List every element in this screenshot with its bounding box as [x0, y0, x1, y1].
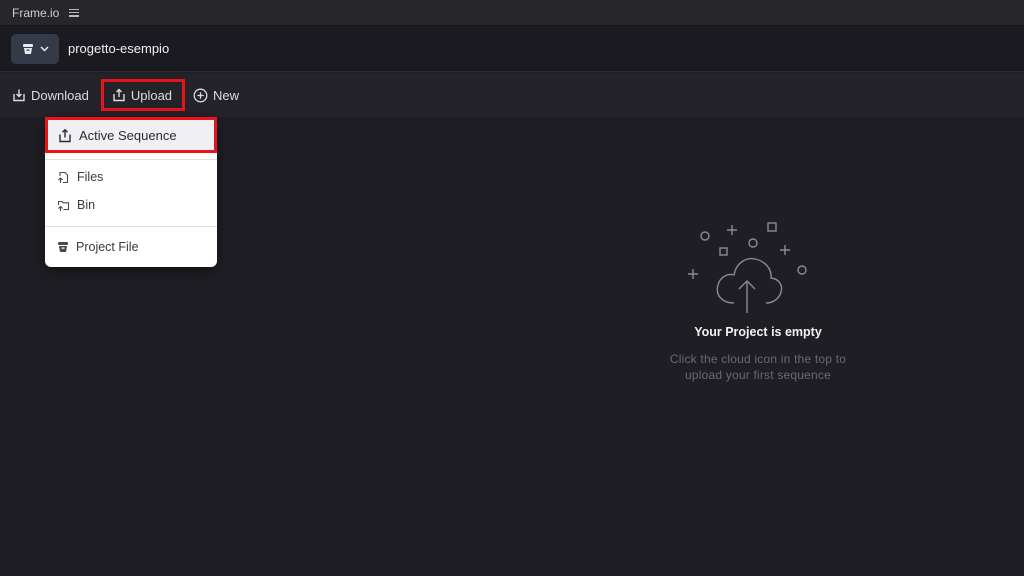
files-upload-icon — [58, 171, 69, 183]
empty-state-description: Click the cloud icon in the top to uploa… — [620, 351, 896, 383]
project-switcher-button[interactable] — [11, 33, 59, 64]
empty-state-line-1: Click the cloud icon in the top to — [669, 352, 847, 366]
toolbar: Download Upload New — [0, 73, 1024, 117]
upload-button[interactable]: Upload — [100, 79, 186, 111]
download-label: Download — [31, 87, 89, 103]
upload-dropdown-menu: Active Sequence Files Bin Project File — [45, 117, 217, 267]
title-bar: Frame.io — [0, 0, 1024, 26]
menu-item-bin[interactable]: Bin — [45, 193, 217, 217]
app-name: Frame.io — [12, 5, 60, 20]
cloud-upload-illustration-icon[interactable] — [688, 215, 828, 315]
empty-state-line-2: upload your first sequence — [685, 368, 831, 382]
project-header: progetto-esempio — [0, 26, 1024, 72]
upload-label: Upload — [130, 87, 173, 103]
empty-state-title: Your Project is empty — [694, 325, 822, 339]
project-bin-icon — [22, 43, 33, 54]
menu-item-active-sequence[interactable]: Active Sequence — [45, 117, 217, 153]
new-button[interactable]: New — [191, 80, 241, 110]
plus-circle-icon — [193, 88, 208, 102]
upload-icon — [59, 128, 71, 142]
chevron-down-icon — [39, 45, 49, 52]
upload-icon — [113, 88, 125, 102]
download-button[interactable]: Download — [10, 80, 91, 110]
menu-divider — [45, 226, 217, 227]
menu-item-files[interactable]: Files — [45, 165, 217, 189]
menu-item-label: Active Sequence — [79, 127, 177, 143]
app-window: Frame.io progetto-esempio Download Uploa… — [0, 0, 1024, 576]
menu-item-label: Project File — [76, 240, 139, 254]
menu-item-label: Files — [77, 170, 104, 184]
download-icon — [13, 89, 25, 102]
project-file-icon — [58, 242, 68, 252]
menu-item-project-file[interactable]: Project File — [45, 235, 217, 259]
menu-item-label: Bin — [77, 198, 96, 212]
menu-divider — [45, 159, 217, 160]
project-name: progetto-esempio — [68, 41, 170, 56]
new-label: New — [213, 87, 240, 103]
hamburger-icon[interactable] — [69, 8, 80, 17]
bin-upload-icon — [57, 200, 70, 211]
empty-state: Your Project is empty Click the cloud ic… — [620, 215, 896, 383]
